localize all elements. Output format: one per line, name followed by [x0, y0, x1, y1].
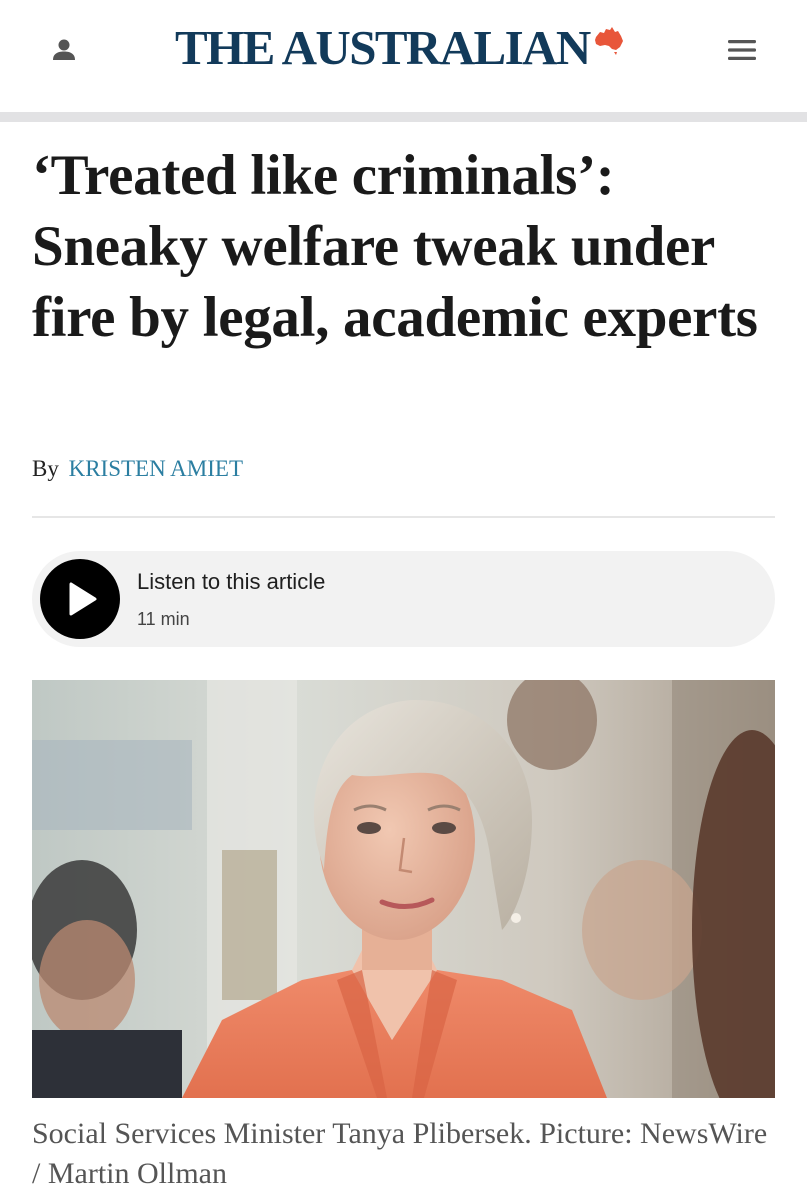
byline-divider [32, 516, 775, 518]
australia-map-icon [592, 23, 626, 57]
site-header: THE AUSTRALIAN [0, 0, 807, 112]
author-link[interactable]: KRISTEN AMIET [69, 456, 243, 481]
user-icon[interactable] [44, 30, 84, 70]
photo-illustration [32, 680, 775, 1098]
play-button[interactable] [40, 559, 120, 639]
play-icon [69, 582, 97, 616]
masthead-title: THE AUSTRALIAN [175, 20, 591, 75]
photo-caption: Social Services Minister Tanya Plibersek… [32, 1117, 768, 1190]
listen-to-article-player[interactable]: Listen to this article 11 min [32, 551, 775, 647]
audio-duration: 11 min [137, 609, 190, 629]
byline: By KRISTEN AMIET [32, 456, 243, 482]
article-headline: ‘Treated like criminals’: Sneaky welfare… [32, 144, 758, 349]
audio-title: Listen to this article [137, 569, 326, 594]
header-divider [0, 112, 807, 122]
hamburger-menu-icon[interactable] [722, 30, 762, 70]
masthead-logo[interactable]: THE AUSTRALIAN [175, 18, 626, 78]
byline-prefix: By [32, 456, 59, 481]
article-photo[interactable] [32, 680, 775, 1098]
